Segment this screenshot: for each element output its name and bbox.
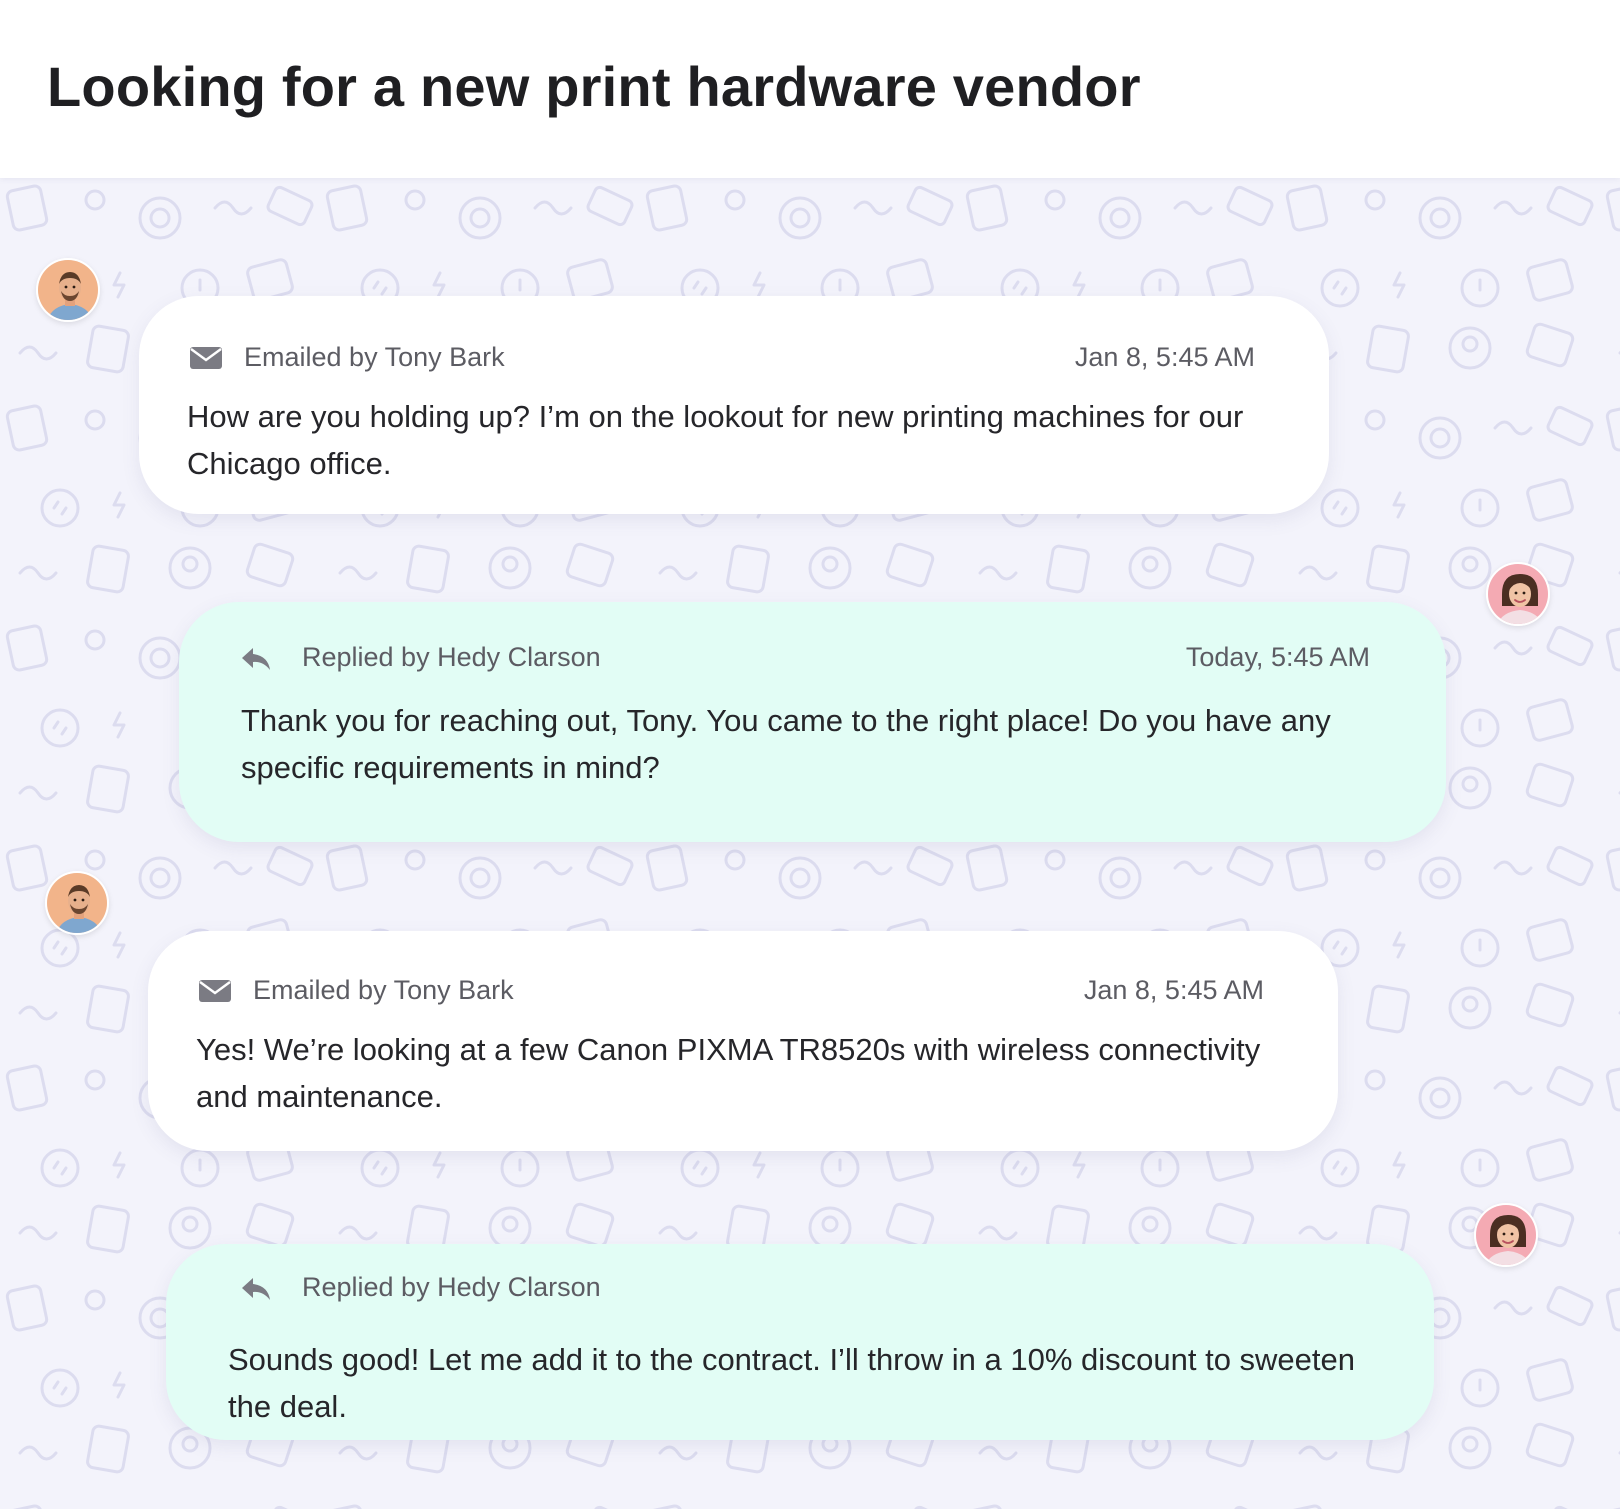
reply-arrow-icon: [242, 1278, 270, 1300]
avatar-hedy-clarson[interactable]: [1474, 1203, 1538, 1267]
message-author-line: Replied by Hedy Clarson: [302, 1272, 601, 1302]
envelope-icon: [199, 980, 231, 1002]
avatar-tony-bark[interactable]: [36, 258, 100, 322]
avatar-hedy-clarson[interactable]: [1486, 562, 1550, 626]
message-card-3[interactable]: Emailed by Tony Bark Jan 8, 5:45 AM Yes!…: [148, 931, 1338, 1151]
page-header: Looking for a new print hardware vendor: [0, 0, 1620, 178]
reply-arrow-icon: [242, 648, 270, 670]
page-title: Looking for a new print hardware vendor: [47, 55, 1141, 118]
message-card-4[interactable]: Replied by Hedy Clarson Sounds good! Let…: [166, 1244, 1434, 1440]
message-timestamp: Jan 8, 5:45 AM: [1074, 342, 1255, 372]
message-timestamp: Jan 8, 5:45 AM: [1083, 975, 1264, 1005]
message-body: How are you holding up? I’m on the looko…: [187, 399, 1244, 481]
envelope-icon: [190, 347, 222, 369]
avatar-tony-bark[interactable]: [45, 871, 109, 935]
message-card-1[interactable]: Emailed by Tony Bark Jan 8, 5:45 AM How …: [139, 296, 1329, 514]
message-body: Sounds good! Let me add it to the contra…: [228, 1342, 1356, 1424]
conversation-thread[interactable]: Emailed by Tony Bark Jan 8, 5:45 AM How …: [0, 178, 1620, 1509]
message-author-line: Emailed by Tony Bark: [253, 975, 514, 1005]
message-body: Thank you for reaching out, Tony. You ca…: [241, 703, 1331, 785]
message-card-2[interactable]: Replied by Hedy Clarson Today, 5:45 AM T…: [179, 602, 1446, 842]
message-author-line: Replied by Hedy Clarson: [302, 642, 601, 672]
message-body: Yes! We’re looking at a few Canon PIXMA …: [196, 1032, 1261, 1114]
message-timestamp: Today, 5:45 AM: [1185, 642, 1370, 672]
message-author-line: Emailed by Tony Bark: [244, 342, 505, 372]
